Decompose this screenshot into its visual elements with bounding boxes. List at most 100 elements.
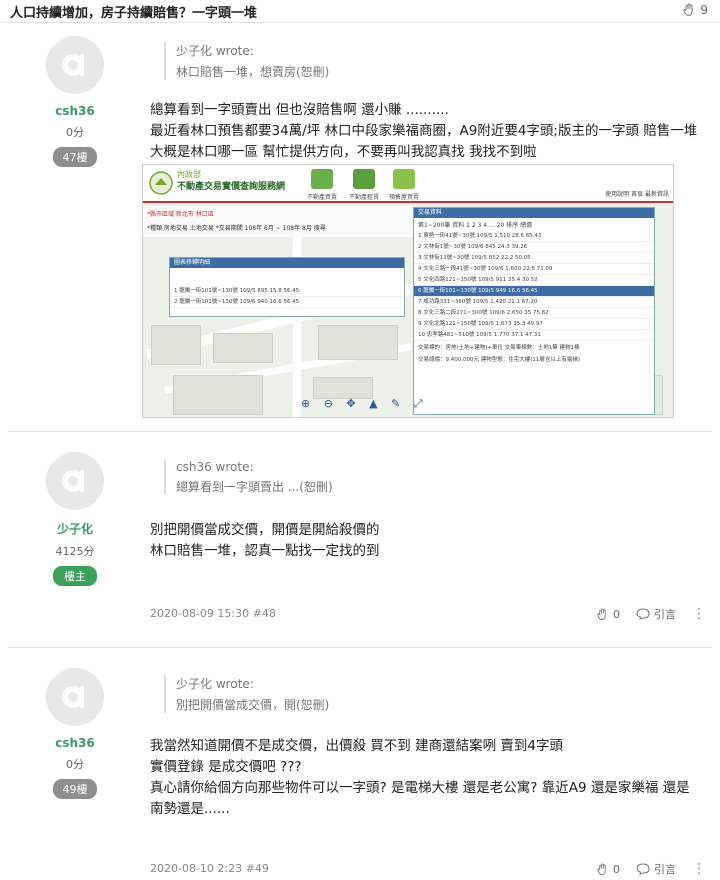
post-content: 總算看到一字頭賣出 但也沒賠售啊 還小賺 .......... 最近看林口預售都… <box>150 100 712 163</box>
floor-badge: 49樓 <box>53 779 97 799</box>
quote-block: 少子化 wrote: 林口賠售一堆，想賣房(恕刪) <box>164 42 684 80</box>
image-filter-line: *縣市區域 新北市 林口區 <box>147 211 214 218</box>
thread-like-count: 9 <box>700 3 708 17</box>
image-small-row: 2 龍騰一街101號~130號 109/6 940 16.6 56.45 <box>170 297 404 308</box>
avatar[interactable] <box>46 36 104 94</box>
image-header-right: 使用說明 首頁 最新資訊 <box>605 191 669 198</box>
image-panel-title: 交易資料 <box>414 208 654 218</box>
username[interactable]: 少子化 <box>8 520 142 537</box>
more-menu-icon[interactable]: ⋮ <box>692 861 706 877</box>
user-score: 0分 <box>66 758 84 771</box>
more-menu-icon[interactable]: ⋮ <box>692 606 706 622</box>
map-block <box>318 325 398 360</box>
post-meta: 2020-08-09 15:30 #48 <box>150 607 276 620</box>
image-table-row-selected: 6 龍騰一街101~130號 109/5 949 16.6 56.45 <box>414 286 654 297</box>
image-detail-line: 交易總價：9,400,000元 建物型態：住宅大樓(11層含以上有電梯) <box>418 357 581 363</box>
quote-button[interactable]: 引言 <box>636 606 676 622</box>
clap-icon <box>683 3 693 17</box>
quote-label: 引言 <box>654 863 676 876</box>
post-content: 我當然知道開價不是成交價，出價殺 買不到 建商還結案咧 賣到4字頭 實價登錄 是… <box>150 736 712 820</box>
image-small-row: 1 龍騰一街101號~130號 109/5 895 15.8 56.45 <box>170 286 404 297</box>
content-line: 林口賠售一堆，認真一點找一定找的到 <box>150 543 380 559</box>
default-avatar-icon <box>62 686 84 708</box>
image-map-tools: ⊕ ⊖ ✥ ▲ ✎ ⤢ <box>301 397 428 410</box>
quote-author: 少子化 wrote: <box>176 677 254 691</box>
image-nav-item: 預售屋買賣 <box>389 194 420 201</box>
like-button[interactable]: 0 <box>596 608 620 621</box>
image-table-row: 4 文化三路一段41號~30號 109/6 1,600 22.5 71.09 <box>414 264 654 275</box>
house-sale-icon <box>311 169 333 189</box>
avatar[interactable] <box>46 668 104 726</box>
image-small-panel-title: 圖表移轉明細 <box>170 258 404 268</box>
user-score: 4125分 <box>55 545 95 558</box>
quote-text: 林口賠售一堆，想賣房(恕刪) <box>176 65 330 79</box>
image-filter-line: *種類 房地交易 土地交易 *交易期間 108年 6月 ~ 108年 8月 搜尋 <box>147 225 326 232</box>
content-line: 大概是林口哪一區 幫忙提供方向，不要再叫我認真找 我找不到啦 <box>150 144 537 160</box>
image-site-header: 內政部 不動產交易實價查詢服務網 不動產買賣 不動產租賃 預售屋買賣 使用說明 … <box>143 165 673 203</box>
image-nav-item: 不動產買賣 <box>307 194 338 201</box>
quote-icon <box>636 863 650 875</box>
post-content: 別把開價當成交價，開價是開給殺價的 林口賠售一堆，認真一點找一定找的到 <box>150 520 712 562</box>
post-48: 少子化 4125分 樓主 csh36 wrote: 總算看到一字頭賣出 ...(… <box>8 432 712 647</box>
clap-icon <box>597 607 606 620</box>
username[interactable]: csh36 <box>8 736 142 750</box>
content-line: 最近看林口預售都要34萬/坪 林口中段家樂福商圈，A9附近要4字頭;版主的一字頭… <box>150 123 698 139</box>
op-badge: 樓主 <box>53 566 97 586</box>
map-block <box>151 325 201 365</box>
quote-block: 少子化 wrote: 別把開價當成交價，開(恕刪) <box>164 675 684 713</box>
presale-icon <box>393 169 415 189</box>
content-line: 實價登錄 是成交價吧 ??? <box>150 759 302 775</box>
content-line: 我當然知道開價不是成交價，出價殺 買不到 建商還結案咧 賣到4字頭 <box>150 738 563 754</box>
post-author: 少子化 4125分 樓主 <box>8 452 142 586</box>
image-table-row: 2 文林街1號~30號 109/6 845 24.3 39.26 <box>414 242 654 253</box>
quote-author: csh36 wrote: <box>176 460 254 474</box>
image-table-row: 1 東勢一街41號~30號 109/5 1,510 28.6 65.43 <box>414 231 654 242</box>
image-table-row: 7 成功路331~360號 109/5 1,420 21.1 67.20 <box>414 297 654 308</box>
map-block <box>173 375 263 415</box>
image-detail-line: 交易標的：房地(土地+建物)+車位 交易筆棟數：土地1筆 建物1棟 <box>418 345 580 351</box>
post-49: csh36 0分 49樓 少子化 wrote: 別把開價當成交價，開(恕刪) 我… <box>8 648 712 880</box>
like-count: 0 <box>613 607 620 621</box>
content-line: 真心請你給個方向那些物件可以一字頭? 是電梯大樓 還是老公寓? 靠近A9 還是家… <box>150 780 690 796</box>
site-emblem-icon <box>149 171 173 195</box>
post-meta: 2020-08-10 2:23 #49 <box>150 862 269 875</box>
quote-text: 別把開價當成交價，開(恕刪) <box>176 698 330 712</box>
thread-like-button[interactable]: 9 <box>682 3 708 17</box>
image-filters: *縣市區域 新北市 林口區 *種類 房地交易 土地交易 *交易期間 108年 6… <box>143 205 413 237</box>
image-data-panel: 交易資料 第1~200筆 資料 1 2 3 4 ... 20 排序 總價 1 東… <box>413 207 655 415</box>
content-line: 別把開價當成交價，開價是開給殺價的 <box>150 522 380 538</box>
clap-icon <box>597 862 606 875</box>
default-avatar-icon <box>62 54 84 76</box>
quote-button[interactable]: 引言 <box>636 861 676 877</box>
post-actions: 0 引言 ⋮ <box>596 861 706 877</box>
image-panel-sub: 第1~200筆 資料 1 2 3 4 ... 20 排序 總價 <box>418 222 533 229</box>
quote-text: 總算看到一字頭賣出 ...(恕刪) <box>176 480 333 494</box>
content-line: 南勢還是...... <box>150 801 230 817</box>
image-site-name: 不動產交易實價查詢服務網 <box>177 182 286 192</box>
like-button[interactable]: 0 <box>596 863 620 876</box>
image-nav-item: 不動產租賃 <box>349 194 380 201</box>
username[interactable]: csh36 <box>8 104 142 118</box>
avatar[interactable] <box>46 452 104 510</box>
image-small-panel: 圖表移轉明細 1 龍騰一街101號~130號 109/5 895 15.8 56… <box>169 257 405 317</box>
default-avatar-icon <box>62 470 84 492</box>
embedded-screenshot-image[interactable]: 內政部 不動產交易實價查詢服務網 不動產買賣 不動產租賃 預售屋買賣 使用說明 … <box>142 164 674 418</box>
user-score: 0分 <box>66 126 84 139</box>
house-rent-icon <box>353 169 375 189</box>
image-table-row: 9 文化北路121~150號 109/5 1,673 35.3 49.97 <box>414 319 654 330</box>
quote-author: 少子化 wrote: <box>176 44 254 58</box>
post-author: csh36 0分 47樓 <box>8 36 142 167</box>
image-table-row: 5 文化四路121~150號 109/5 911 35.4 30.52 <box>414 275 654 286</box>
image-table-row: 10 忠孝路481~510號 109/5 1,770 37.1 47.31 <box>414 330 654 341</box>
image-table-row: 8 文化三路二段271~300號 109/6 2,650 35 75.82 <box>414 308 654 319</box>
thread-title: 人口持續增加，房子持續賠售？一字頭一堆 <box>10 6 258 21</box>
quote-icon <box>636 608 650 620</box>
post-author: csh36 0分 49樓 <box>8 668 142 799</box>
post-actions: 0 引言 ⋮ <box>596 606 706 622</box>
quote-block: csh36 wrote: 總算看到一字頭賣出 ...(恕刪) <box>164 460 684 495</box>
content-line: 總算看到一字頭賣出 但也沒賠售啊 還小賺 .......... <box>150 102 449 118</box>
floor-badge: 47樓 <box>53 147 97 167</box>
map-block <box>313 377 373 399</box>
like-count: 0 <box>613 862 620 876</box>
map-block <box>213 333 273 363</box>
